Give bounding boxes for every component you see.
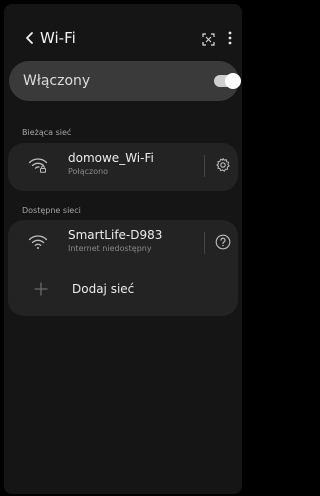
question-icon [215,234,231,250]
divider [204,232,205,254]
available-network-name: SmartLife-D983 [68,228,163,242]
wifi-toggle-switch[interactable] [214,73,241,89]
more-vertical-icon [228,31,232,45]
wifi-settings-page: Wi-Fi Włączony Bieżąca sieć domowe_Wi-Fi… [4,4,242,494]
available-network-row[interactable]: SmartLife-D983 Internet niedostępny [8,220,238,268]
app-header: Wi-Fi [4,26,242,50]
chevron-left-icon [26,32,33,44]
divider [204,155,205,177]
wifi-icon [28,235,48,249]
network-info-button[interactable] [215,234,231,250]
back-button[interactable] [22,28,38,48]
wifi-lock-icon [28,158,48,173]
available-networks-section-header: Dostępne sieci [22,206,81,215]
available-networks-card: SmartLife-D983 Internet niedostępny Doda… [8,220,238,316]
screen: Wi-Fi Włączony Bieżąca sieć domowe_Wi-Fi… [0,0,248,496]
more-options-button[interactable] [226,29,234,47]
gear-icon [216,158,230,172]
qr-scan-button[interactable] [202,31,215,46]
add-network-row[interactable]: Dodaj sieć [8,268,238,316]
wifi-toggle-card[interactable]: Włączony [9,61,241,101]
current-network-section-header: Bieżąca sieć [22,128,72,137]
switch-knob [225,73,241,89]
current-network-status: Połączono [68,167,109,176]
current-network-name: domowe_Wi-Fi [68,151,154,165]
add-network-label: Dodaj sieć [72,282,135,296]
network-settings-button[interactable] [215,157,231,173]
page-title: Wi-Fi [40,29,76,47]
qr-scan-icon [202,33,215,46]
plus-icon [34,282,48,296]
current-network-card: domowe_Wi-Fi Połączono [8,143,238,191]
available-network-status: Internet niedostępny [68,244,152,253]
wifi-toggle-label: Włączony [23,73,91,89]
current-network-row[interactable]: domowe_Wi-Fi Połączono [8,143,238,191]
